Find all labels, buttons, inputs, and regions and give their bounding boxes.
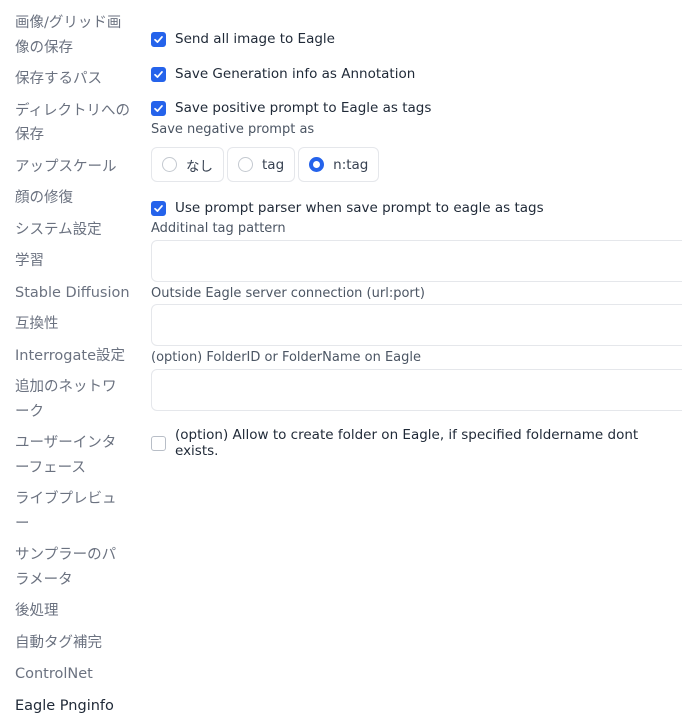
save-generation-info-label: Save Generation info as Annotation — [175, 66, 416, 82]
negative-prompt-option-tag[interactable]: tag — [227, 147, 296, 182]
sidebar-item-user-interface[interactable]: ユーザーインターフェース — [15, 431, 130, 480]
negative-prompt-option-none[interactable]: なし — [151, 147, 224, 182]
allow-create-folder-label: (option) Allow to create folder on Eagle… — [175, 427, 639, 459]
send-all-image-setting[interactable]: Send all image to Eagle — [151, 31, 335, 47]
negative-prompt-option-ntag[interactable]: n:tag — [298, 147, 380, 182]
negative-prompt-label: Save negative prompt as — [151, 122, 315, 137]
negative-prompt-radio-group: なし tag n:tag — [151, 147, 380, 182]
sidebar-item-extra-networks[interactable]: 追加のネットワーク — [15, 375, 130, 424]
sidebar-item-eagle-pnginfo[interactable]: Eagle Pnginfo — [15, 694, 130, 719]
save-positive-prompt-label: Save positive prompt to Eagle as tags — [175, 100, 432, 116]
save-positive-prompt-setting[interactable]: Save positive prompt to Eagle as tags — [151, 100, 431, 116]
sidebar-item-stable-diffusion[interactable]: Stable Diffusion — [15, 281, 130, 306]
use-prompt-parser-checkbox[interactable] — [151, 200, 166, 216]
sidebar-item-live-preview[interactable]: ライブプレビュー — [15, 487, 130, 536]
check-icon — [154, 35, 163, 43]
save-generation-info-checkbox[interactable] — [151, 66, 166, 82]
outside-server-input[interactable] — [151, 304, 682, 346]
sidebar-item-postprocessing[interactable]: 後処理 — [15, 599, 130, 624]
folder-id-input[interactable] — [151, 369, 682, 411]
radio-option-label: n:tag — [333, 156, 369, 173]
sidebar-item-save-path[interactable]: 保存するパス — [15, 67, 130, 92]
sidebar-item-sampler-params[interactable]: サンプラーのパラメータ — [15, 543, 130, 592]
additional-tag-pattern-input[interactable] — [151, 240, 682, 282]
radio-option-label: tag — [262, 156, 285, 173]
use-prompt-parser-setting[interactable]: Use prompt parser when save prompt to ea… — [151, 200, 544, 216]
sidebar-item-training[interactable]: 学習 — [15, 249, 130, 274]
additional-tag-pattern-label: Additinal tag pattern — [151, 221, 286, 236]
sidebar-item-image-grid-save[interactable]: 画像/グリッド画像の保存 — [15, 11, 130, 60]
radio-checked-icon — [309, 157, 325, 172]
sidebar-item-interrogate[interactable]: Interrogate設定 — [15, 344, 130, 369]
allow-create-folder-checkbox[interactable] — [151, 435, 166, 451]
radio-option-label: なし — [186, 158, 213, 175]
check-icon — [154, 204, 163, 212]
sidebar-item-upscale[interactable]: アップスケール — [15, 155, 130, 180]
save-positive-prompt-checkbox[interactable] — [151, 100, 166, 116]
sidebar-item-controlnet[interactable]: ControlNet — [15, 662, 130, 687]
save-generation-info-setting[interactable]: Save Generation info as Annotation — [151, 66, 415, 82]
sidebar-item-face-restore[interactable]: 顔の修復 — [15, 186, 130, 211]
folder-id-label: (option) FolderID or FolderName on Eagle — [151, 350, 421, 365]
outside-server-label: Outside Eagle server connection (url:por… — [151, 286, 425, 301]
radio-unchecked-icon — [162, 157, 177, 172]
radio-unchecked-icon — [238, 157, 253, 172]
sidebar-item-system[interactable]: システム設定 — [15, 218, 130, 243]
send-all-image-checkbox[interactable] — [151, 31, 166, 47]
sidebar-item-compatibility[interactable]: 互換性 — [15, 312, 130, 337]
check-icon — [154, 70, 163, 78]
use-prompt-parser-label: Use prompt parser when save prompt to ea… — [175, 200, 544, 216]
check-icon — [154, 104, 163, 112]
settings-sidebar: 画像/グリッド画像の保存 保存するパス ディレクトリへの保存 アップスケール 顔… — [15, 0, 130, 725]
sidebar-item-save-to-directory[interactable]: ディレクトリへの保存 — [15, 99, 130, 148]
allow-create-folder-setting[interactable]: (option) Allow to create folder on Eagle… — [151, 427, 682, 459]
send-all-image-label: Send all image to Eagle — [175, 31, 335, 47]
sidebar-item-tag-autocomplete[interactable]: 自動タグ補完 — [15, 631, 130, 656]
